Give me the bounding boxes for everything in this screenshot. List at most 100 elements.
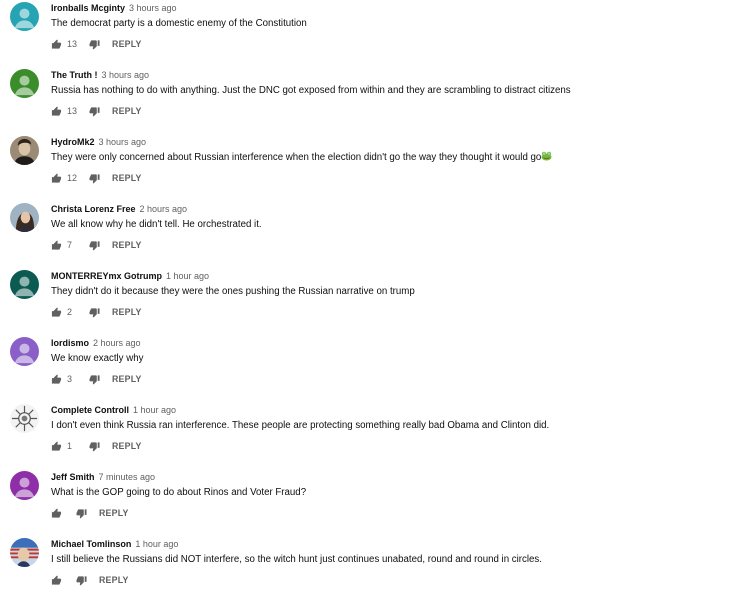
comment-item: Ironballs Mcginty 3 hours ago The democrat…	[0, 0, 736, 67]
comment-header: Complete Controll 1 hour ago	[51, 404, 176, 416]
comment-text-content: What is the GOP going to do about Rinos …	[51, 487, 307, 498]
comment-actions: 12 REPLY	[51, 171, 142, 185]
comment-header: Jeff Smith 7 minutes ago	[51, 471, 155, 483]
timestamp[interactable]: 1 hour ago	[135, 539, 178, 549]
comment-text: I still believe the Russians did NOT int…	[51, 553, 542, 566]
thumbs-down-icon[interactable]	[76, 508, 87, 519]
avatar[interactable]	[10, 538, 39, 567]
frog-emoji	[541, 151, 552, 161]
comment-actions: 7 REPLY	[51, 238, 142, 252]
comment-text-content: I don't even think Russia ran interferen…	[51, 420, 550, 431]
reply-button[interactable]: REPLY	[99, 508, 129, 518]
comment-header: Christa Lorenz Free 2 hours ago	[51, 203, 187, 215]
thumbs-down-icon[interactable]	[76, 575, 87, 586]
reply-button[interactable]: REPLY	[112, 374, 142, 384]
author-name[interactable]: Complete Controll	[51, 405, 129, 415]
comment-actions: REPLY	[51, 573, 129, 587]
avatar[interactable]	[10, 203, 39, 232]
comment-item: Michael Tomlinson 1 hour ago I still belie…	[0, 536, 736, 603]
avatar[interactable]	[10, 2, 39, 31]
reply-button[interactable]: REPLY	[99, 575, 129, 585]
thumbs-up-icon[interactable]	[51, 507, 62, 519]
comment-text-content: We all know why he didn't tell. He orche…	[51, 219, 262, 230]
comment-item: The Truth ! 3 hours ago Russia has nothing…	[0, 67, 736, 134]
timestamp[interactable]: 3 hours ago	[102, 70, 150, 80]
comment-actions: 2 REPLY	[51, 305, 142, 319]
author-name[interactable]: HydroMk2	[51, 137, 95, 147]
comment-item: lordismo 2 hours ago We know exactly why 3 R…	[0, 335, 736, 402]
like-count: 2	[67, 307, 73, 317]
comment-header: Michael Tomlinson 1 hour ago	[51, 538, 178, 550]
like-count: 12	[67, 173, 78, 183]
thumbs-down-icon[interactable]	[89, 39, 100, 50]
comment-header: MONTERREYmx Gotrump 1 hour ago	[51, 270, 209, 282]
avatar[interactable]	[10, 337, 39, 366]
comment-text-content: Russia has nothing to do with anything. …	[51, 85, 571, 96]
comment-header: HydroMk2 3 hours ago	[51, 136, 146, 148]
comment-item: MONTERREYmx Gotrump 1 hour ago They didn't…	[0, 268, 736, 335]
reply-button[interactable]: REPLY	[112, 106, 142, 116]
comment-item: Christa Lorenz Free 2 hours ago We all kno…	[0, 201, 736, 268]
thumbs-down-icon[interactable]	[89, 441, 100, 452]
comment-text: I don't even think Russia ran interferen…	[51, 419, 549, 432]
comment-text: What is the GOP going to do about Rinos …	[51, 486, 306, 499]
like-count: 13	[67, 39, 78, 49]
thumbs-up-icon[interactable]	[51, 239, 62, 251]
reply-button[interactable]: REPLY	[112, 307, 142, 317]
reply-button[interactable]: REPLY	[112, 173, 142, 183]
like-count: 7	[67, 240, 73, 250]
thumbs-down-icon[interactable]	[89, 173, 100, 184]
author-name[interactable]: Jeff Smith	[51, 472, 95, 482]
thumbs-up-icon[interactable]	[51, 172, 62, 184]
timestamp[interactable]: 2 hours ago	[140, 204, 188, 214]
timestamp[interactable]: 1 hour ago	[166, 271, 209, 281]
thumbs-up-icon[interactable]	[51, 574, 62, 586]
author-name[interactable]: The Truth !	[51, 70, 98, 80]
timestamp[interactable]: 3 hours ago	[129, 3, 177, 13]
avatar[interactable]	[10, 471, 39, 500]
like-count: 1	[67, 441, 73, 451]
reply-button[interactable]: REPLY	[112, 39, 142, 49]
reply-button[interactable]: REPLY	[112, 240, 142, 250]
like-count: 3	[67, 374, 73, 384]
timestamp[interactable]: 7 minutes ago	[99, 472, 156, 482]
like-count: 13	[67, 106, 78, 116]
comment-header: Ironballs Mcginty 3 hours ago	[51, 2, 177, 14]
comment-item: Jeff Smith 7 minutes ago What is the GOP g…	[0, 469, 736, 536]
thumbs-down-icon[interactable]	[89, 240, 100, 251]
comment-text-content: They were only concerned about Russian i…	[51, 152, 542, 163]
author-name[interactable]: lordismo	[51, 338, 89, 348]
comment-actions: 13 REPLY	[51, 104, 142, 118]
timestamp[interactable]: 2 hours ago	[93, 338, 141, 348]
thumbs-down-icon[interactable]	[89, 374, 100, 385]
timestamp[interactable]: 1 hour ago	[133, 405, 176, 415]
comment-item: Complete Controll 1 hour ago I don't even …	[0, 402, 736, 469]
avatar[interactable]	[10, 69, 39, 98]
comment-text: Russia has nothing to do with anything. …	[51, 84, 571, 97]
author-name[interactable]: Ironballs Mcginty	[51, 3, 125, 13]
thumbs-up-icon[interactable]	[51, 38, 62, 50]
thumbs-down-icon[interactable]	[89, 307, 100, 318]
avatar[interactable]	[10, 404, 39, 433]
reply-button[interactable]: REPLY	[112, 441, 142, 451]
author-name[interactable]: MONTERREYmx Gotrump	[51, 271, 162, 281]
comment-actions: 13 REPLY	[51, 37, 142, 51]
comment-text-content: The democrat party is a domestic enemy o…	[51, 18, 307, 29]
comment-actions: 1 REPLY	[51, 439, 142, 453]
comment-text-content: They didn't do it because they were the …	[51, 286, 415, 297]
thumbs-down-icon[interactable]	[89, 106, 100, 117]
avatar[interactable]	[10, 270, 39, 299]
avatar[interactable]	[10, 136, 39, 165]
author-name[interactable]: Christa Lorenz Free	[51, 204, 136, 214]
timestamp[interactable]: 3 hours ago	[99, 137, 147, 147]
comment-header: The Truth ! 3 hours ago	[51, 69, 149, 81]
comment-header: lordismo 2 hours ago	[51, 337, 141, 349]
comment-text-content: We know exactly why	[51, 353, 144, 364]
thumbs-up-icon[interactable]	[51, 306, 62, 318]
thumbs-up-icon[interactable]	[51, 373, 62, 385]
comment-actions: REPLY	[51, 506, 129, 520]
comment-text: We know exactly why	[51, 352, 143, 365]
thumbs-up-icon[interactable]	[51, 105, 62, 117]
thumbs-up-icon[interactable]	[51, 440, 62, 452]
author-name[interactable]: Michael Tomlinson	[51, 539, 131, 549]
